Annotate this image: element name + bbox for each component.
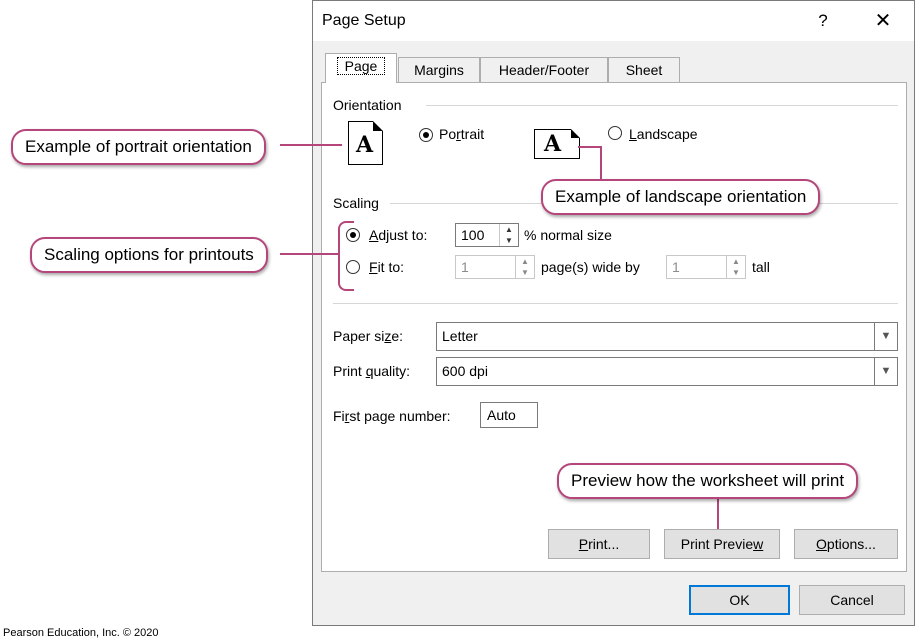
spin-up-icon[interactable]: ▲ (727, 256, 745, 267)
tab-header-footer[interactable]: Header/Footer (480, 57, 608, 82)
mnemonic: A (369, 227, 379, 243)
label-part: Paper si (333, 328, 385, 344)
pages-tall-value: 1 (672, 259, 680, 275)
pages-wide-value: 1 (461, 259, 469, 275)
spin-up-icon[interactable]: ▲ (500, 224, 518, 235)
label-part: uality: (373, 363, 411, 379)
label-part: djust to: (378, 227, 428, 243)
cancel-button[interactable]: Cancel (799, 585, 905, 615)
tab-margins[interactable]: Margins (398, 57, 480, 82)
chevron-down-icon[interactable]: ▼ (874, 323, 897, 350)
scaling-heading: Scaling (333, 195, 379, 211)
label-part: st page number: (349, 408, 451, 424)
label-part: it to: (377, 259, 405, 275)
section-divider (333, 303, 898, 304)
mnemonic: O (816, 536, 827, 552)
print-quality-label: Print quality: (333, 363, 410, 379)
ok-button[interactable]: OK (689, 585, 790, 615)
preview-callout: Preview how the worksheet will print (557, 463, 859, 499)
first-page-number-input[interactable]: Auto (480, 402, 538, 428)
label-part: Print Previe (680, 536, 754, 552)
copyright-footer: Pearson Education, Inc. © 2020 (3, 627, 159, 639)
print-preview-button[interactable]: Print Preview (664, 529, 780, 559)
landscape-callout: Example of landscape orientation (541, 179, 821, 215)
label-part: andscape (636, 126, 698, 142)
label-part: trait (460, 126, 485, 142)
mnemonic: L (629, 126, 637, 142)
normal-size-label: % normal size (524, 227, 612, 243)
tab-page[interactable]: Page (325, 53, 397, 83)
portrait-radio[interactable] (419, 128, 433, 142)
landscape-label[interactable]: Landscape (629, 126, 698, 142)
spinner-arrows[interactable]: ▲ ▼ (726, 256, 745, 278)
paper-size-value: Letter (442, 328, 478, 344)
fit-to-label[interactable]: Fit to: (369, 259, 404, 275)
pages-wide-label: page(s) wide by (541, 259, 640, 275)
title-bar[interactable]: Page Setup ? ✕ (313, 1, 914, 41)
first-page-number-label: First page number: (333, 408, 451, 424)
scaling-callout: Scaling options for printouts (30, 237, 268, 273)
print-quality-select[interactable]: 600 dpi ▼ (436, 357, 898, 386)
landscape-callout-line (578, 146, 601, 148)
label-part: Print (333, 363, 366, 379)
pages-wide-spinner[interactable]: 1 ▲ ▼ (455, 255, 535, 279)
label-part: e: (391, 328, 404, 344)
portrait-page-icon: A (348, 121, 383, 165)
spinner-arrows[interactable]: ▲ ▼ (515, 256, 534, 278)
paper-size-select[interactable]: Letter ▼ (436, 322, 898, 351)
orientation-heading: Orientation (333, 97, 402, 113)
spin-up-icon[interactable]: ▲ (516, 256, 534, 267)
chevron-down-icon[interactable]: ▼ (874, 358, 897, 385)
preview-callout-line (717, 495, 719, 529)
spin-down-icon[interactable]: ▼ (500, 235, 518, 246)
scaling-bracket (338, 221, 354, 291)
tab-page-label: Page (336, 57, 386, 75)
page-fold (373, 121, 383, 131)
label-part: Fi (333, 408, 345, 424)
portrait-callout-line (280, 144, 342, 146)
pages-tall-spinner[interactable]: 1 ▲ ▼ (666, 255, 746, 279)
adjust-to-label[interactable]: Adjust to: (369, 227, 427, 243)
label-part: ptions... (826, 536, 876, 552)
label-part: rint... (588, 536, 620, 552)
landscape-callout-line (600, 146, 602, 180)
adjust-to-value: 100 (461, 227, 485, 243)
label-part: Po (439, 126, 457, 142)
mnemonic: w (753, 536, 764, 552)
dialog-title: Page Setup (322, 12, 406, 29)
spinner-arrows[interactable]: ▲ ▼ (499, 224, 518, 246)
mnemonic: P (578, 536, 589, 552)
spin-down-icon[interactable]: ▼ (516, 267, 534, 278)
mnemonic: F (369, 259, 378, 275)
print-quality-value: 600 dpi (442, 363, 488, 379)
options-button[interactable]: Options... (794, 529, 898, 559)
landscape-radio[interactable] (608, 126, 622, 140)
portrait-label[interactable]: Portrait (439, 126, 484, 142)
landscape-page-icon: A (534, 129, 580, 159)
page-fold (571, 129, 580, 138)
spin-down-icon[interactable]: ▼ (727, 267, 745, 278)
adjust-to-spinner[interactable]: 100 ▲ ▼ (455, 223, 519, 247)
tall-label: tall (752, 259, 770, 275)
orientation-divider (426, 105, 898, 106)
landscape-icon-letter: A (544, 131, 562, 157)
paper-size-label: Paper size: (333, 328, 403, 344)
portrait-callout: Example of portrait orientation (11, 129, 266, 165)
help-button[interactable]: ? (811, 9, 835, 33)
scaling-callout-line (280, 253, 338, 255)
portrait-icon-letter: A (356, 132, 374, 158)
close-button[interactable]: ✕ (869, 9, 897, 33)
tab-sheet[interactable]: Sheet (608, 57, 680, 82)
print-button[interactable]: Print... (548, 529, 650, 559)
page-setup-dialog: Page Setup ? ✕ Page Margins Header/Foote… (312, 0, 915, 626)
